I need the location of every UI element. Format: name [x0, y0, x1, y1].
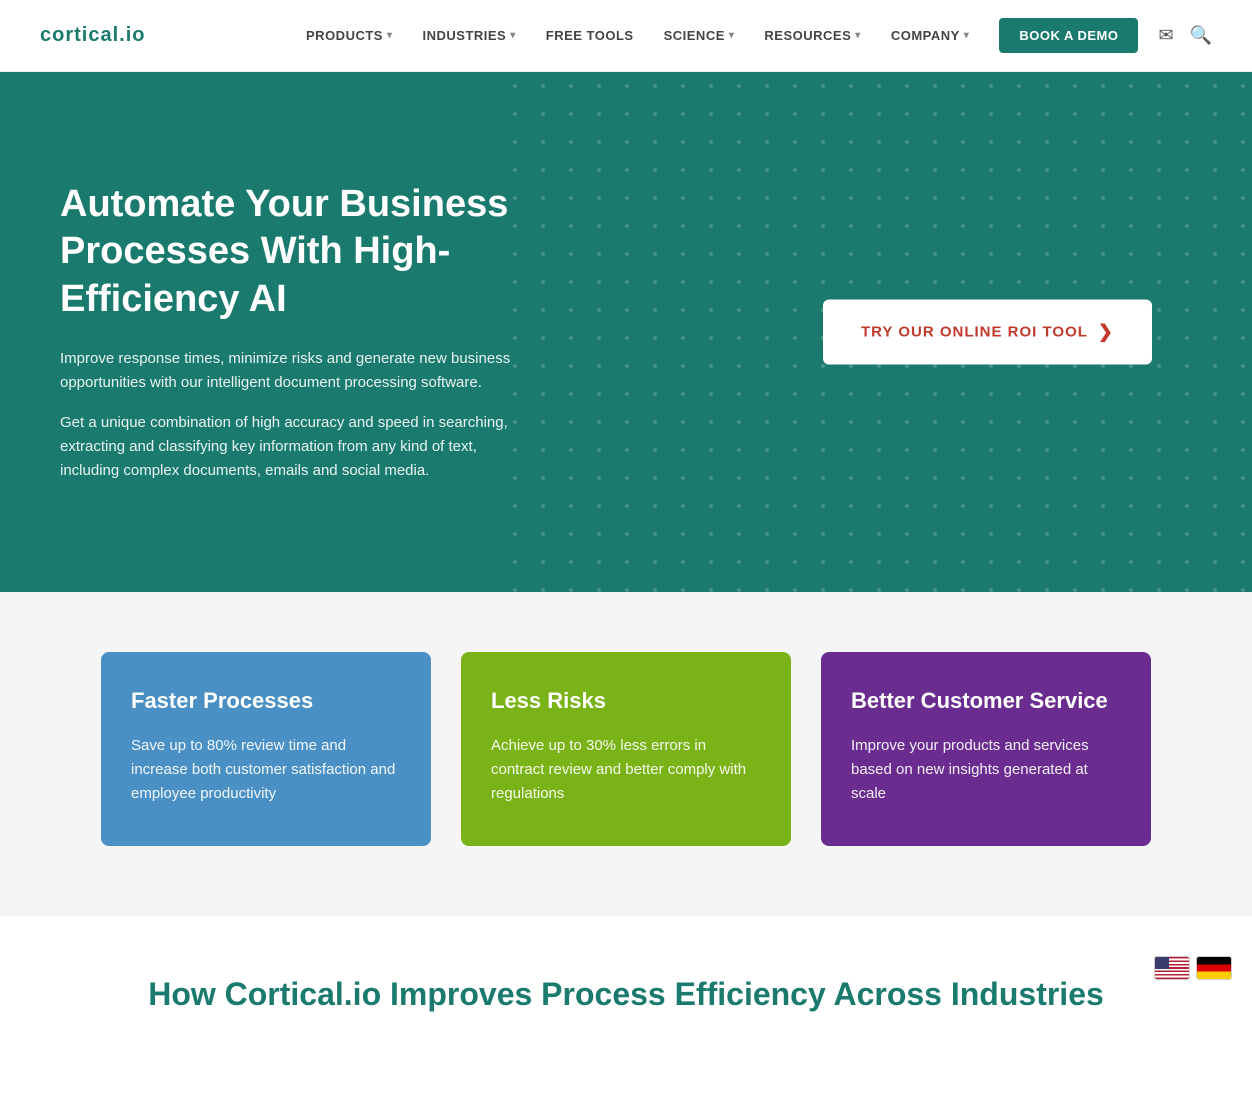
nav-links: PRODUCTS ▾ INDUSTRIES ▾ FREE TOOLS SCIEN…: [306, 18, 1138, 53]
hero-section: Automate Your Business Processes With Hi…: [0, 72, 1252, 592]
nav-link-products[interactable]: PRODUCTS ▾: [306, 28, 392, 43]
feature-card-better-customer-service: Better Customer Service Improve your pro…: [821, 652, 1151, 846]
nav-item-resources[interactable]: RESOURCES ▾: [764, 28, 860, 43]
features-section: Faster Processes Save up to 80% review t…: [0, 592, 1252, 916]
chevron-down-icon: ▾: [387, 30, 393, 41]
search-icon[interactable]: 🔍: [1190, 25, 1212, 46]
arrow-right-icon: ❯: [1098, 322, 1114, 343]
nav-link-science[interactable]: SCIENCE ▾: [664, 28, 735, 43]
navbar: cortical.io PRODUCTS ▾ INDUSTRIES ▾ FREE…: [0, 0, 1252, 72]
flag-de[interactable]: [1196, 956, 1232, 980]
feature-title-faster-processes: Faster Processes: [131, 688, 401, 714]
nav-item-industries[interactable]: INDUSTRIES ▾: [423, 28, 516, 43]
nav-link-industries[interactable]: INDUSTRIES ▾: [423, 28, 516, 43]
nav-item-free-tools[interactable]: FREE TOOLS: [546, 28, 634, 43]
feature-desc-faster-processes: Save up to 80% review time and increase …: [131, 734, 401, 806]
feature-title-better-customer-service: Better Customer Service: [851, 688, 1121, 714]
chevron-down-icon: ▾: [510, 30, 516, 41]
nav-link-resources[interactable]: RESOURCES ▾: [764, 28, 860, 43]
nav-item-book-demo[interactable]: BOOK A DEMO: [999, 18, 1138, 53]
book-demo-link[interactable]: BOOK A DEMO: [999, 18, 1138, 53]
feature-desc-better-customer-service: Improve your products and services based…: [851, 734, 1121, 806]
hero-title: Automate Your Business Processes With Hi…: [60, 181, 540, 324]
nav-icons: ✉ 🔍: [1158, 25, 1212, 46]
bottom-title: How Cortical.io Improves Process Efficie…: [60, 976, 1192, 1013]
logo[interactable]: cortical.io: [40, 24, 145, 47]
nav-item-company[interactable]: COMPANY ▾: [891, 28, 970, 43]
nav-item-science[interactable]: SCIENCE ▾: [664, 28, 735, 43]
nav-link-free-tools[interactable]: FREE TOOLS: [546, 28, 634, 43]
roi-button-wrapper: TRY OUR ONLINE ROI TOOL ❯: [823, 300, 1152, 365]
language-flags: [1154, 956, 1232, 980]
feature-card-less-risks: Less Risks Achieve up to 30% less errors…: [461, 652, 791, 846]
roi-tool-button[interactable]: TRY OUR ONLINE ROI TOOL ❯: [823, 300, 1152, 365]
nav-link-company[interactable]: COMPANY ▾: [891, 28, 970, 43]
chevron-down-icon: ▾: [855, 30, 861, 41]
chevron-down-icon: ▾: [729, 30, 735, 41]
hero-description-2: Get a unique combination of high accurac…: [60, 411, 540, 483]
flag-us[interactable]: [1154, 956, 1190, 980]
email-icon[interactable]: ✉: [1158, 25, 1173, 46]
bottom-section: How Cortical.io Improves Process Efficie…: [0, 916, 1252, 1093]
feature-card-faster-processes: Faster Processes Save up to 80% review t…: [101, 652, 431, 846]
hero-description-1: Improve response times, minimize risks a…: [60, 347, 540, 395]
chevron-down-icon: ▾: [964, 30, 970, 41]
nav-item-products[interactable]: PRODUCTS ▾: [306, 28, 392, 43]
feature-title-less-risks: Less Risks: [491, 688, 761, 714]
hero-content: Automate Your Business Processes With Hi…: [0, 101, 600, 564]
feature-desc-less-risks: Achieve up to 30% less errors in contrac…: [491, 734, 761, 806]
roi-button-label: TRY OUR ONLINE ROI TOOL: [861, 324, 1088, 341]
